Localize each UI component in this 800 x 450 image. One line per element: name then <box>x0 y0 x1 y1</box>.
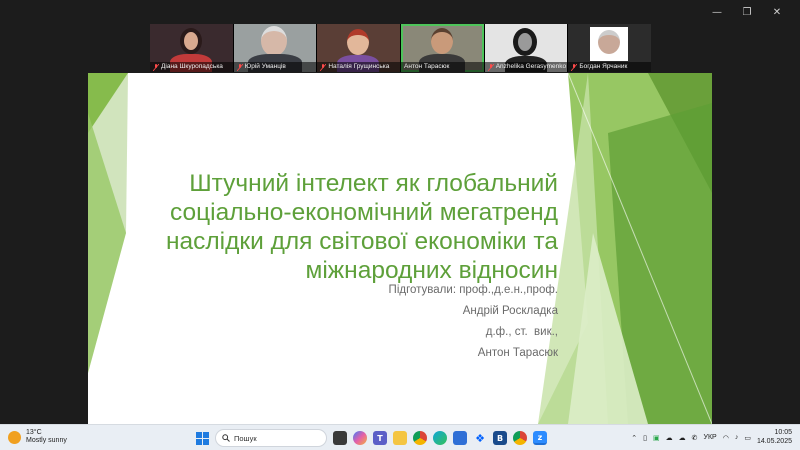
window-controls: — ❐ ✕ <box>702 4 792 20</box>
search-box[interactable]: Пошук <box>215 429 327 447</box>
slide-subtitle-line: Антон Тарасюк <box>477 347 558 359</box>
participant-video <box>260 26 287 56</box>
participant-tile[interactable]: Юрій Уманців <box>233 24 317 72</box>
participant-tile[interactable]: Діана Шкуропадська <box>150 24 233 72</box>
slide-subtitle-line: Андрій Роскладка <box>462 305 558 317</box>
app-tray-icon[interactable]: ▣ <box>653 434 660 442</box>
wifi-icon[interactable]: ◠ <box>723 434 729 442</box>
clock-date: 14.05.2025 <box>756 437 792 445</box>
participant-name: Anzhelika Gerasymenko <box>495 63 567 70</box>
shared-slide: Штучний інтелект як глобальний соціально… <box>88 73 712 424</box>
mic-muted-icon <box>236 63 243 71</box>
mic-muted-icon <box>571 63 578 71</box>
booking-icon[interactable]: B <box>493 431 507 445</box>
task-view-icon[interactable] <box>333 431 347 445</box>
participant-name: Юрій Уманців <box>244 63 286 70</box>
participant-name: Богдан Ярчаник <box>579 63 628 70</box>
slide-subtitle-line: Підготували: проф.,д.е.н.,проф. <box>388 284 558 296</box>
close-button[interactable]: ✕ <box>762 4 792 20</box>
participant-tile[interactable]: Богдан Ярчаник <box>568 24 652 72</box>
teams-icon[interactable]: T <box>373 431 387 445</box>
cloud-icon[interactable]: ☁ <box>666 434 673 442</box>
chrome-icon[interactable] <box>413 431 427 445</box>
volume-icon[interactable]: ♪ <box>735 434 739 441</box>
windows-start-icon[interactable] <box>196 431 209 445</box>
weather-temp: 13°C <box>26 429 42 436</box>
mic-muted-icon <box>320 63 327 71</box>
chrome-profile-icon[interactable] <box>513 431 527 445</box>
minimize-button[interactable]: — <box>702 4 732 20</box>
participant-tile-active[interactable]: Антон Тарасюк <box>401 24 484 72</box>
participant-tile[interactable]: Anzhelika Gerasymenko <box>484 24 568 72</box>
search-icon <box>222 434 230 442</box>
search-placeholder: Пошук <box>234 433 257 443</box>
copilot-icon[interactable] <box>353 431 367 445</box>
edge-icon[interactable] <box>433 431 447 445</box>
mic-muted-icon <box>487 63 494 71</box>
participant-tile[interactable]: Наталія Грущинська <box>317 24 401 72</box>
system-tray: ⌃ ▯ ▣ ☁ ☁ ✆ УКР ◠ ♪ ▭ 10:05 14.05.2025 <box>631 429 792 446</box>
participant-video <box>347 29 370 55</box>
weather-widget[interactable]: 13°C Mostly sunny <box>8 429 67 445</box>
sun-icon <box>8 430 21 444</box>
taskbar-apps: Пошук T ❖ B z <box>196 428 547 448</box>
language-indicator[interactable]: УКР <box>704 434 717 441</box>
participant-strip: Діана Шкуропадська Юрій Уманців Наталія … <box>150 24 652 72</box>
dropbox-icon[interactable]: ❖ <box>473 431 487 445</box>
chevron-up-icon[interactable]: ⌃ <box>631 434 637 442</box>
participant-name: Антон Тарасюк <box>404 63 450 70</box>
taskbar: 13°C Mostly sunny Пошук T ❖ B z ⌃ ▯ ▣ ☁ … <box>0 424 800 450</box>
participant-video <box>180 28 202 54</box>
store-icon[interactable] <box>453 431 467 445</box>
participant-video <box>431 28 454 54</box>
slide-subtitle-line: д.ф., ст. вик., <box>485 326 558 338</box>
clock[interactable]: 10:05 14.05.2025 <box>757 429 792 446</box>
participant-name: Наталія Грущинська <box>328 63 390 70</box>
onedrive-icon[interactable]: ☁ <box>679 434 686 442</box>
participant-video <box>512 28 537 56</box>
participant-name: Діана Шкуропадська <box>161 63 223 70</box>
mic-muted-icon <box>152 63 160 71</box>
clock-time: 10:05 <box>774 429 792 436</box>
usb-icon[interactable]: ▯ <box>643 434 647 442</box>
restore-button[interactable]: ❐ <box>732 4 762 20</box>
teams-tray-icon[interactable]: ✆ <box>692 434 698 442</box>
weather-desc: Mostly sunny <box>26 437 67 444</box>
slide-title: Штучний інтелект як глобальний соціально… <box>165 170 558 284</box>
file-explorer-icon[interactable] <box>393 431 407 445</box>
zoom-icon[interactable]: z <box>533 431 547 445</box>
battery-icon[interactable]: ▭ <box>744 434 751 442</box>
